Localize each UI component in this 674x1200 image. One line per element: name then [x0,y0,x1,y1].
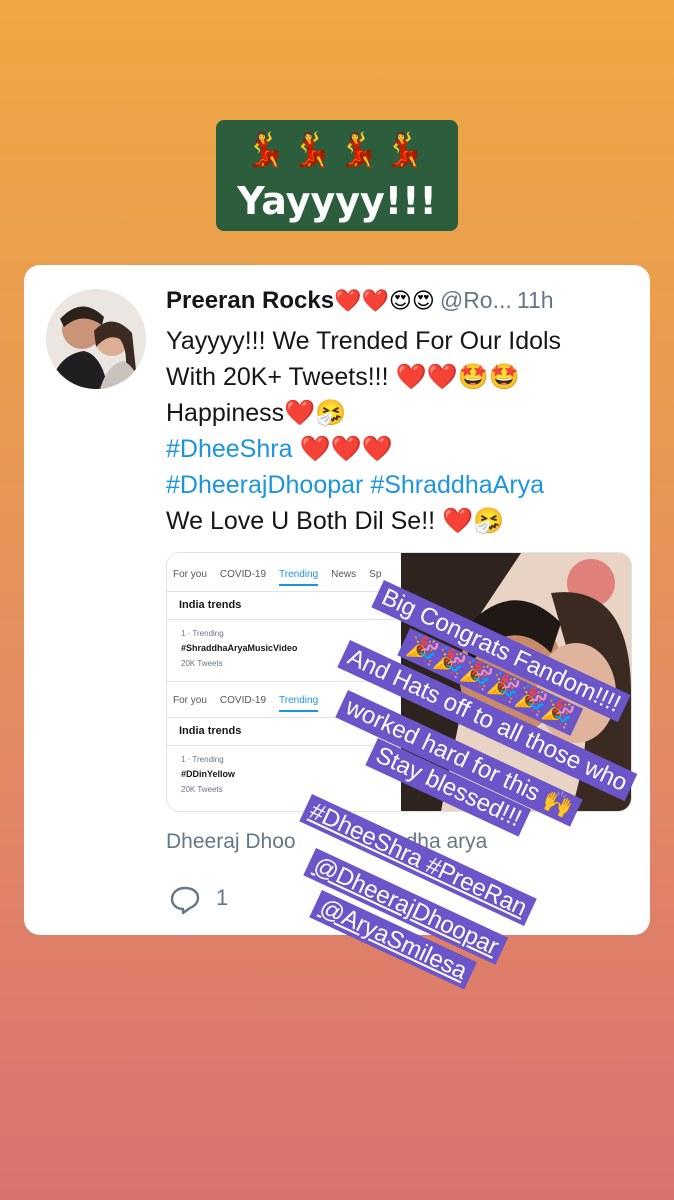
tweet-media[interactable]: For you COVID-19 Trending News Sp India tren… [166,552,632,812]
hashtag-dheerajdhoopar[interactable]: #DheerajDhoopar [166,471,363,499]
trend-item: #ShraddhaAryaMusicVideo [181,643,298,653]
author-handle[interactable]: @Ro... [440,287,512,313]
trends-section-title: India trends [179,599,242,611]
tweet-line-6: We Love U Both Dil Se!! ❤️🤧 [166,507,505,535]
reply-icon[interactable] [169,885,201,919]
trends-tabs-repeat: For you COVID-19 Trending [173,695,331,717]
hashtag-shraddhaarya[interactable]: #ShraddhaArya [370,471,544,499]
author-emojis: ❤️❤️😍😍 [334,289,435,314]
tweet-time[interactable]: 11h [517,287,554,313]
couple-photo[interactable] [401,553,631,811]
tweet-line-4: #DheeShra ❤️❤️❤️ [166,435,393,463]
author-name[interactable]: Preeran Rocks [166,287,334,314]
tweet-text: Yayyyy!!! We Trended For Our Idols With … [166,323,636,539]
trend-item: #DDinYellow [181,769,236,779]
trends-tabs: For you COVID-19 Trending News Sp [173,569,394,591]
tweet-line-5: #DheerajDhoopar #ShraddhaArya [166,467,636,503]
yay-sticker: 💃💃💃💃 Yayyyy!!! [216,120,458,231]
hashtag-dheeshra[interactable]: #DheeShra [166,435,292,463]
tweet-line-1: Yayyyy!!! We Trended For Our Idols [166,327,562,355]
reply-count: 1 [216,885,229,910]
dancer-emojis: 💃💃💃💃 [244,130,430,170]
yay-text: Yayyyy!!! [237,179,437,223]
tweet-header: Preeran Rocks❤️❤️😍😍 @Ro... 11h [166,287,636,321]
embed-title[interactable]: Dheeraj Dhoo dha arya [166,830,487,854]
avatar[interactable] [46,289,146,389]
tweet-card[interactable]: Preeran Rocks❤️❤️😍😍 @Ro... 11h Yayyyy!!!… [24,265,650,935]
tweet-line-2: With 20K+ Tweets!!! ❤️❤️🤩🤩 [166,363,521,391]
trends-screenshot[interactable]: For you COVID-19 Trending News Sp India tren… [167,553,395,811]
tweet-line-3: Happiness❤️🤧 [166,399,347,427]
